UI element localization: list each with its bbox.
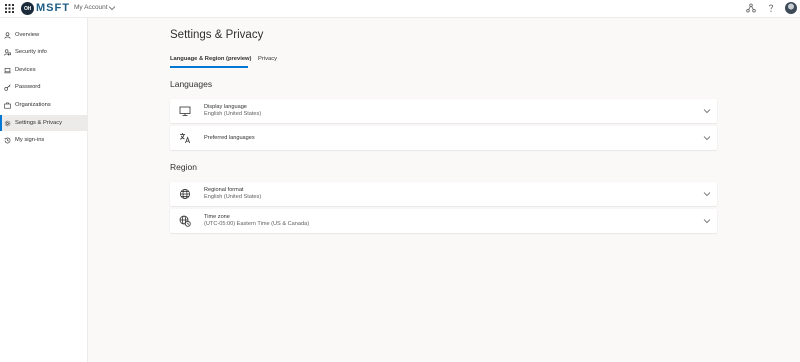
sidebar-item-organizations[interactable]: Organizations <box>0 97 87 113</box>
active-tab-indicator <box>170 66 248 68</box>
network-icon[interactable] <box>746 3 756 13</box>
chevron-down-icon[interactable] <box>703 218 711 224</box>
history-icon <box>4 137 11 143</box>
top-bar: OH MSFT My Account <box>0 0 800 18</box>
time-zone-card[interactable]: Time zone (UTC-05:00) Eastern Time (US &… <box>170 209 717 233</box>
sidebar-item-devices[interactable]: Devices <box>0 62 87 78</box>
card-title: Preferred languages <box>204 135 255 141</box>
app-name[interactable]: My Account <box>74 3 108 13</box>
logo-badge: OH <box>21 2 34 15</box>
tab-privacy[interactable]: Privacy <box>258 55 277 64</box>
preferred-languages-card[interactable]: Preferred languages <box>170 126 717 150</box>
sidebar-item-overview[interactable]: Overview <box>0 27 87 43</box>
tab-language-region[interactable]: Language & Region (preview) <box>170 55 252 64</box>
sidebar-item-security-info[interactable]: Security info <box>0 44 87 60</box>
sidebar-item-label: Organizations <box>15 102 51 108</box>
monitor-icon <box>179 106 191 117</box>
region-section-title: Region <box>170 162 197 172</box>
card-title: Display language <box>204 104 247 110</box>
sidebar-item-label: Security info <box>15 49 47 55</box>
card-value: English (United States) <box>204 111 262 117</box>
logo[interactable]: OH MSFT <box>21 2 70 15</box>
sidebar-item-password[interactable]: Password <box>0 79 87 95</box>
gear-icon <box>4 120 11 126</box>
laptop-icon <box>4 67 11 73</box>
sidebar-item-label: Overview <box>15 32 40 38</box>
sidebar-item-label: Devices <box>15 67 36 73</box>
globe-icon <box>180 189 190 199</box>
chevron-down-icon[interactable] <box>703 191 711 197</box>
key-icon <box>4 83 11 91</box>
card-title: Regional format <box>204 187 244 193</box>
sidebar-item-label: My sign-ins <box>15 137 45 143</box>
avatar[interactable] <box>785 2 797 14</box>
sidebar-item-label: Settings & Privacy <box>15 120 63 126</box>
logo-text: MSFT <box>36 2 70 14</box>
languages-section-title: Languages <box>170 79 213 89</box>
regional-format-card[interactable]: Regional format English (United States) <box>170 182 717 206</box>
waffle-icon[interactable] <box>5 4 14 13</box>
sidebar-item-my-sign-ins[interactable]: My sign-ins <box>0 132 87 148</box>
card-title: Time zone <box>204 214 230 220</box>
display-language-card[interactable]: Display language English (United States) <box>170 99 717 123</box>
security-info-icon <box>4 48 11 56</box>
briefcase-icon <box>4 102 11 109</box>
sidebar-item-settings-privacy[interactable]: Settings & Privacy <box>0 115 87 131</box>
chevron-down-icon[interactable] <box>703 108 711 114</box>
card-value: English (United States) <box>204 194 262 200</box>
sidebar: Overview Security info Devices Password … <box>0 18 88 362</box>
help-icon[interactable] <box>766 3 776 13</box>
card-value: (UTC-05:00) Eastern Time (US & Canada) <box>204 221 310 227</box>
translate-icon <box>180 133 191 144</box>
chevron-down-icon[interactable] <box>703 135 711 141</box>
person-icon <box>4 31 11 39</box>
globe-clock-icon <box>179 215 191 227</box>
page-title: Settings & Privacy <box>170 29 264 41</box>
sidebar-item-label: Password <box>15 84 41 90</box>
chevron-down-icon[interactable] <box>108 4 116 12</box>
